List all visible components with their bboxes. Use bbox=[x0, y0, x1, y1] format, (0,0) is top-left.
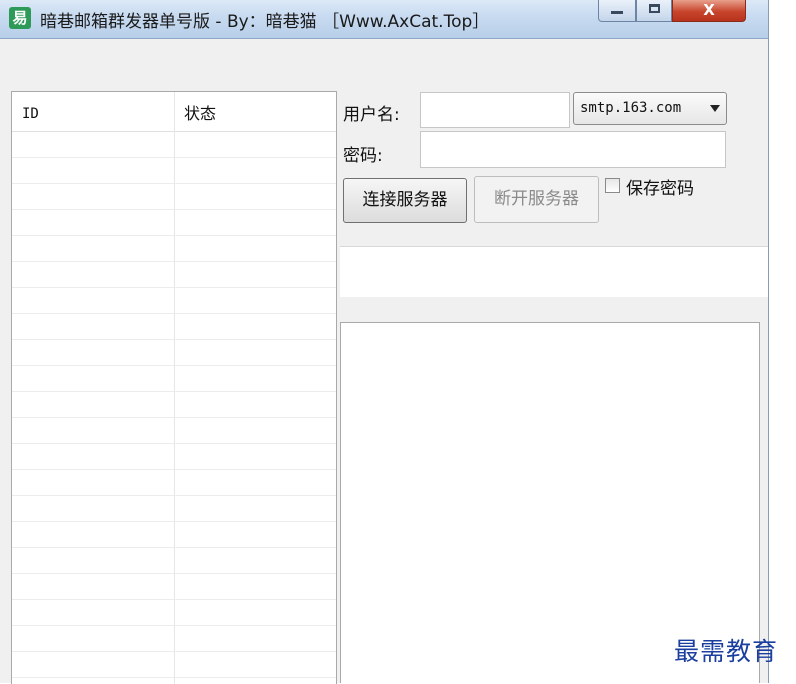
password-input[interactable] bbox=[420, 131, 726, 168]
list-row-line bbox=[12, 443, 336, 444]
list-row-line bbox=[12, 183, 336, 184]
connect-server-button[interactable]: 连接服务器 bbox=[343, 178, 467, 223]
title-bar[interactable]: 易 暗巷邮箱群发器单号版 - By：暗巷猫 ［Www.AxCat.Top］ X bbox=[0, 0, 768, 39]
list-row-line bbox=[12, 547, 336, 548]
close-button[interactable]: X bbox=[672, 0, 746, 22]
list-row-line bbox=[12, 157, 336, 158]
list-row-line bbox=[12, 469, 336, 470]
list-row-line bbox=[12, 495, 336, 496]
smtp-server-value: smtp.163.com bbox=[580, 100, 682, 116]
maximize-button[interactable] bbox=[636, 0, 672, 22]
list-row-line bbox=[12, 235, 336, 236]
column-header-id[interactable]: ID bbox=[22, 92, 39, 131]
list-row-line bbox=[12, 261, 336, 262]
status-display bbox=[340, 246, 768, 297]
list-row-line bbox=[12, 209, 336, 210]
chevron-down-icon bbox=[710, 105, 720, 112]
column-divider bbox=[174, 92, 175, 684]
list-row-line bbox=[12, 365, 336, 366]
log-textarea[interactable] bbox=[340, 322, 760, 683]
list-row-line bbox=[12, 287, 336, 288]
list-row-line bbox=[12, 599, 336, 600]
save-password-checkbox[interactable] bbox=[605, 178, 620, 193]
disconnect-server-button: 断开服务器 bbox=[474, 176, 599, 223]
list-row-line bbox=[12, 521, 336, 522]
minimize-icon bbox=[611, 11, 623, 14]
smtp-server-select[interactable]: smtp.163.com bbox=[573, 92, 727, 125]
app-window: 易 暗巷邮箱群发器单号版 - By：暗巷猫 ［Www.AxCat.Top］ X … bbox=[0, 0, 769, 684]
list-row-line bbox=[12, 651, 336, 652]
list-row-line bbox=[12, 417, 336, 418]
username-label: 用户名: bbox=[343, 105, 400, 125]
app-logo-icon: 易 bbox=[9, 7, 31, 29]
minimize-button[interactable] bbox=[598, 0, 636, 22]
watermark-text: 最需教育 bbox=[674, 637, 779, 666]
close-icon: X bbox=[703, 1, 715, 19]
list-row-line bbox=[12, 313, 336, 314]
list-row-line bbox=[12, 625, 336, 626]
username-input[interactable] bbox=[420, 92, 570, 128]
list-row-line bbox=[12, 339, 336, 340]
list-row-line bbox=[12, 677, 336, 678]
list-row-line bbox=[12, 391, 336, 392]
password-label: 密码: bbox=[343, 146, 383, 166]
account-list[interactable]: ID 状态 bbox=[11, 91, 337, 684]
list-row-line bbox=[12, 573, 336, 574]
column-header-status[interactable]: 状态 bbox=[184, 92, 216, 131]
save-password-label[interactable]: 保存密码 bbox=[626, 174, 694, 199]
window-title: 暗巷邮箱群发器单号版 - By：暗巷猫 ［Www.AxCat.Top］ bbox=[40, 12, 490, 32]
maximize-icon bbox=[648, 4, 660, 13]
